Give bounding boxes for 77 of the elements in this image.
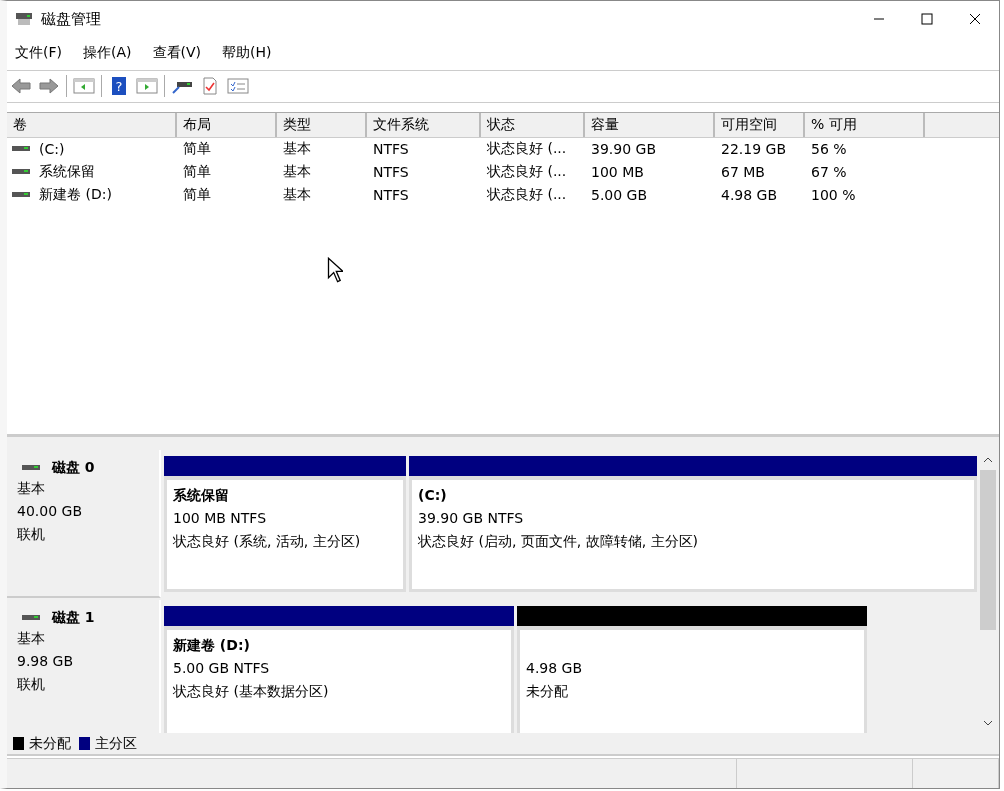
column-header[interactable]: 布局	[177, 112, 277, 137]
table-cell-text: 4.98 GB	[720, 187, 779, 204]
column-header[interactable]: 类型	[277, 112, 367, 137]
column-header[interactable]: % 可用	[805, 112, 925, 137]
partition-size: 5.00 GB NTFS	[173, 659, 271, 679]
column-header[interactable]: 可用空间	[715, 112, 805, 137]
table-cell-text: 简单	[182, 186, 212, 205]
checklist-icon[interactable]	[227, 77, 249, 96]
table-cell-text: (C:)	[38, 141, 66, 158]
table-cell-text: 56 %	[810, 141, 848, 158]
forward-arrow-icon[interactable]	[38, 77, 60, 96]
legend-label: 未分配	[29, 734, 71, 753]
scroll-down-icon[interactable]	[983, 720, 993, 727]
table-cell-text: 100 %	[810, 187, 857, 204]
table-cell-text: 5.00 GB	[590, 187, 649, 204]
disk-name: 磁盘 1	[52, 609, 95, 628]
menu-item[interactable]: 文件(F)	[15, 44, 62, 63]
drive-icon	[12, 192, 30, 199]
drive-icon	[22, 615, 40, 622]
table-cell-text: 状态良好 (...	[486, 163, 568, 182]
table-cell-text: 状态良好 (...	[486, 140, 568, 159]
disk-name: 磁盘 0	[52, 459, 95, 478]
legend-label: 主分区	[95, 734, 137, 753]
partition-title: (C:)	[418, 486, 448, 506]
panel-icon[interactable]	[73, 77, 95, 96]
menu-item[interactable]: 操作(A)	[83, 44, 132, 63]
partition-box[interactable]: 新建卷 (D:) 5.00 GB NTFS 状态良好 (基本数据分区)	[164, 626, 514, 734]
disk-type: 基本	[17, 629, 46, 649]
table-cell-text: 67 MB	[720, 164, 766, 181]
table-cell-text: NTFS	[372, 187, 410, 204]
window-title: 磁盘管理	[41, 9, 101, 29]
partition-title: 系统保留	[173, 486, 230, 506]
partition-box[interactable]: 4.98 GB 未分配	[517, 626, 867, 734]
table-cell-text: 67 %	[810, 164, 848, 181]
table-cell-text: 简单	[182, 140, 212, 159]
disk-size: 40.00 GB	[17, 502, 83, 522]
panel-icon[interactable]	[136, 77, 158, 96]
scroll-up-icon[interactable]	[983, 457, 993, 464]
table-cell-text: 基本	[282, 186, 312, 205]
scrollbar-thumb[interactable]	[980, 470, 996, 631]
partition-status: 状态良好 (启动, 页面文件, 故障转储, 主分区)	[418, 532, 700, 552]
partition-box[interactable]: 系统保留 100 MB NTFS 状态良好 (系统, 活动, 主分区)	[164, 476, 406, 593]
partition-status: 状态良好 (基本数据分区)	[173, 682, 330, 702]
drive-icon	[22, 465, 40, 472]
disk-size: 9.98 GB	[17, 652, 75, 672]
table-cell-text: 新建卷 (D:)	[38, 186, 113, 205]
column-header[interactable]: 卷	[7, 112, 177, 137]
drive-icon	[12, 169, 30, 176]
partition-size: 100 MB NTFS	[173, 509, 268, 529]
table-cell-text: 22.19 GB	[720, 141, 787, 158]
partition-status: 未分配	[526, 682, 569, 702]
column-header[interactable]: 状态	[481, 112, 585, 137]
back-arrow-icon[interactable]	[10, 77, 32, 96]
disk-management-icon	[15, 11, 33, 27]
table-cell-text: 基本	[282, 140, 312, 159]
menu-item[interactable]: 帮助(H)	[222, 44, 272, 63]
partition-box[interactable]: (C:) 39.90 GB NTFS 状态良好 (启动, 页面文件, 故障转储, 主分区)	[409, 476, 977, 593]
table-cell-text: 39.90 GB	[590, 141, 657, 158]
drive-icon	[12, 146, 30, 153]
partition-title: 新建卷 (D:)	[173, 636, 251, 656]
partition-size: 4.98 GB	[526, 659, 584, 679]
disk-type: 基本	[17, 479, 46, 499]
table-cell-text: NTFS	[372, 164, 410, 181]
table-cell-text: 100 MB	[590, 164, 645, 181]
column-header[interactable]: 容量	[585, 112, 715, 137]
disk-status: 联机	[17, 525, 46, 545]
column-header[interactable]: 文件系统	[367, 112, 481, 137]
table-cell-text: NTFS	[372, 141, 410, 158]
table-cell-text: 系统保留	[38, 163, 96, 182]
menu-item[interactable]: 查看(V)	[152, 44, 201, 63]
table-cell-text: 简单	[182, 163, 212, 182]
disk-status: 联机	[17, 675, 46, 695]
partition-status: 状态良好 (系统, 活动, 主分区)	[173, 532, 362, 552]
table-cell-text: 状态良好 (...	[486, 186, 568, 205]
partition-size: 39.90 GB NTFS	[418, 509, 525, 529]
mouse-cursor-icon	[327, 256, 343, 283]
table-cell-text: 基本	[282, 163, 312, 182]
